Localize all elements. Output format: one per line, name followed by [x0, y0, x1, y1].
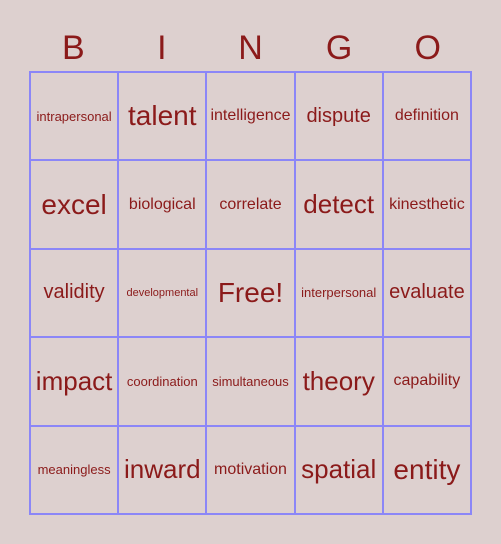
bingo-cell[interactable]: intrapersonal — [30, 72, 119, 161]
bingo-cell[interactable]: definition — [382, 72, 471, 161]
header-letter-g: G — [325, 29, 353, 67]
bingo-cell[interactable]: spatial — [294, 425, 383, 514]
bingo-cell[interactable]: theory — [294, 337, 383, 426]
bingo-cell[interactable]: talent — [118, 72, 207, 161]
header-letter-n: N — [238, 29, 263, 67]
header-letter-b: B — [61, 29, 85, 67]
bingo-cell[interactable]: detect — [294, 160, 383, 249]
bingo-cell[interactable]: motivation — [206, 425, 295, 514]
header-letter-i: I — [157, 29, 167, 67]
bingo-cell[interactable]: biological — [118, 160, 207, 249]
bingo-cell[interactable]: dispute — [294, 72, 383, 161]
bingo-cell[interactable]: meaningless — [30, 425, 119, 514]
bingo-cell[interactable]: entity — [382, 425, 471, 514]
bingo-cell[interactable]: intelligence — [206, 72, 295, 161]
bingo-header: B I N G O — [29, 28, 472, 68]
bingo-cell[interactable]: kinesthetic — [382, 160, 471, 249]
bingo-cell[interactable]: coordination — [118, 337, 207, 426]
bingo-grid: intrapersonal talent intelligence disput… — [29, 71, 472, 515]
bingo-cell[interactable]: simultaneous — [206, 337, 295, 426]
header-letter-o: O — [414, 29, 441, 67]
free-space[interactable]: Free! — [206, 248, 295, 338]
bingo-cell[interactable]: capability — [382, 337, 471, 426]
bingo-cell[interactable]: impact — [30, 337, 119, 426]
bingo-cell[interactable]: validity — [30, 248, 119, 338]
bingo-cell[interactable]: correlate — [206, 160, 295, 249]
bingo-cell[interactable]: evaluate — [382, 248, 471, 338]
bingo-cell[interactable]: interpersonal — [294, 248, 383, 338]
bingo-cell[interactable]: developmental — [118, 248, 207, 338]
bingo-cell[interactable]: excel — [30, 160, 119, 249]
bingo-cell[interactable]: inward — [118, 425, 207, 514]
